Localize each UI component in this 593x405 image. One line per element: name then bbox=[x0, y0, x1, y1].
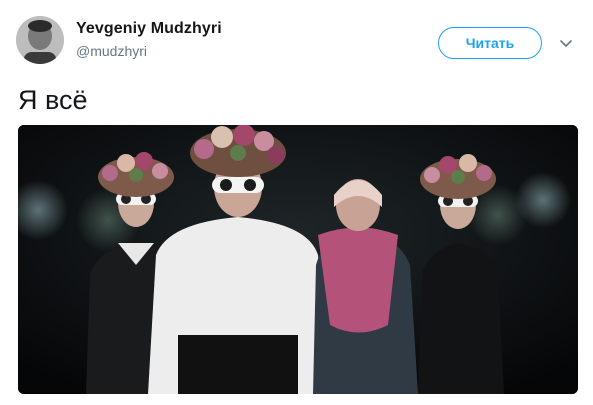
author-name[interactable]: Yevgeniy Mudzhyri bbox=[76, 20, 222, 38]
tweet-text: Я всё bbox=[18, 85, 88, 115]
avatar[interactable] bbox=[16, 16, 64, 64]
chevron-down-icon[interactable] bbox=[558, 35, 574, 51]
tweet-media-image[interactable] bbox=[18, 125, 578, 394]
avatar-image bbox=[16, 16, 64, 64]
author-handle[interactable]: @mudzhyri bbox=[76, 43, 147, 59]
media-photo bbox=[18, 125, 578, 394]
follow-button[interactable]: Читать bbox=[438, 27, 542, 59]
